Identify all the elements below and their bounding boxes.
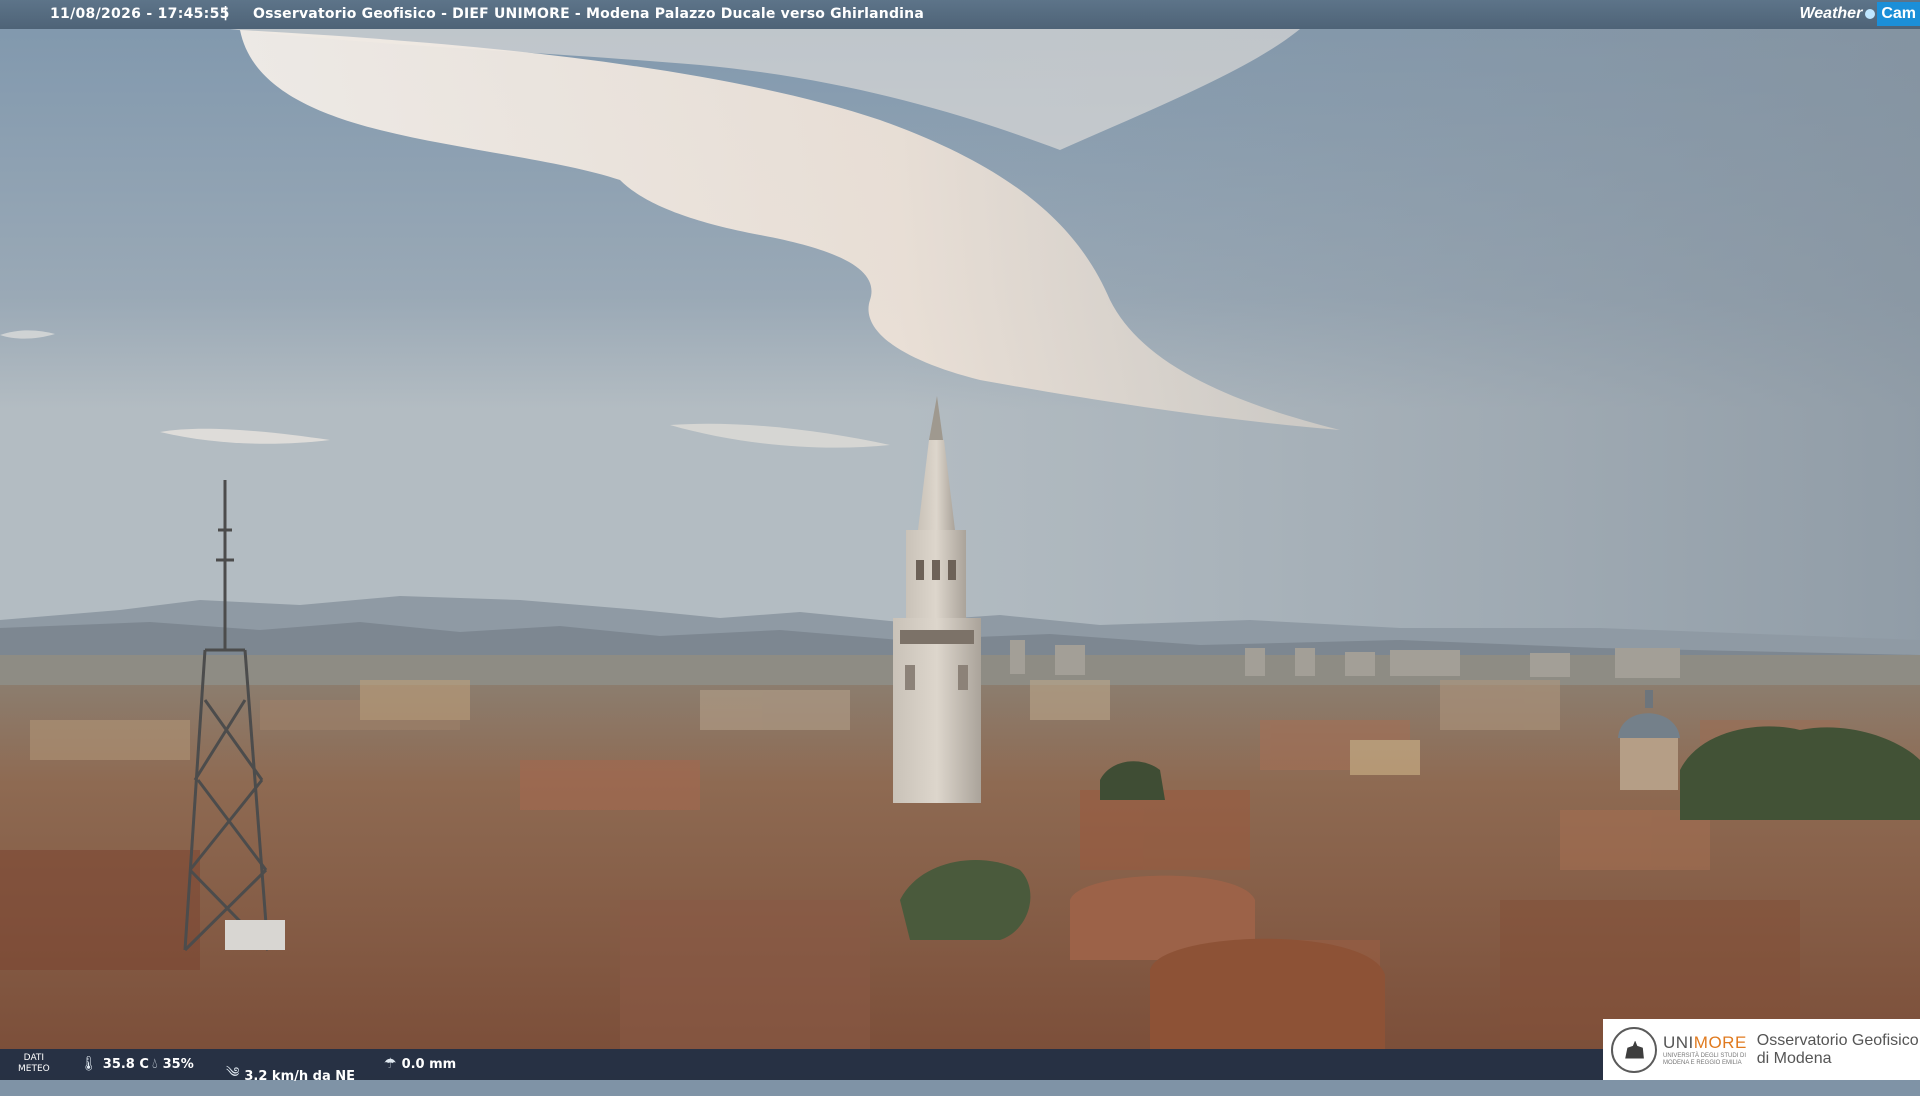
weather-data-label: DATI METEO — [18, 1053, 50, 1074]
info-bar: 11/08/2026 - 17:45:55 | Osservatorio Geo… — [0, 0, 1920, 29]
datetime: 11/08/2026 - 17:45:55 — [50, 6, 230, 22]
temperature-value: 35.8 C — [102, 1056, 149, 1072]
humidity-value: 35% — [162, 1056, 194, 1072]
weathercam-logo[interactable]: Weather Cam — [1799, 0, 1920, 27]
station-title: Osservatorio Geofisico - DIEF UNIMORE - … — [253, 6, 924, 22]
wind-icon: ༄ — [226, 1065, 240, 1081]
wind-value: 3.2 km/h da NE — [244, 1068, 356, 1084]
observatory-name: Osservatorio Geofisico di Modena — [1756, 1031, 1919, 1067]
webcam-scene — [0, 0, 1920, 1080]
weathercam-logo-cam: Cam — [1877, 1, 1920, 26]
thermometer-icon: 🌡︎ — [80, 1056, 98, 1072]
weathercam-logo-word: Weather — [1799, 4, 1863, 22]
wind-readout: ༄ 3.2 km/h da NE — [226, 1056, 355, 1096]
humidity-readout: 💧︎ 35% — [152, 1056, 194, 1072]
rain-value: 0.0 mm — [401, 1056, 457, 1072]
antenna-box — [225, 920, 285, 950]
separator: | — [223, 5, 229, 21]
logo-dot-icon — [1865, 8, 1876, 19]
observatory-logo-panel: UNIMORE UNIVERSITÀ DEGLI STUDI DI MODENA… — [1603, 1019, 1920, 1080]
unimore-logo: UNIMORE UNIVERSITÀ DEGLI STUDI DI MODENA… — [1663, 1032, 1747, 1066]
droplet-icon: 💧︎ — [152, 1056, 158, 1072]
temperature-readout: 🌡︎ 35.8 C — [80, 1056, 149, 1072]
rain-readout: ☂ 0.0 mm — [384, 1056, 456, 1072]
trees — [1680, 726, 1920, 820]
university-seal-icon — [1611, 1026, 1657, 1073]
rain-gauge-icon: ☂ — [384, 1056, 397, 1072]
